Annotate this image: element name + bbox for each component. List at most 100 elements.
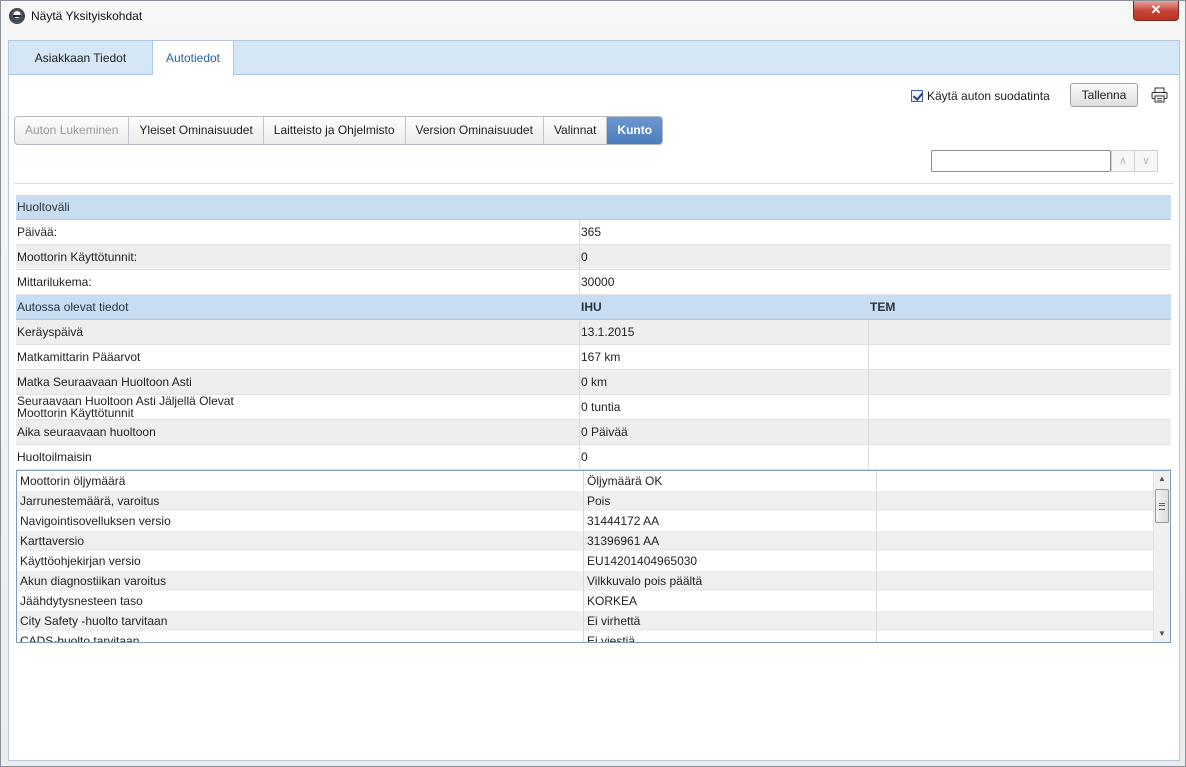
list-item-extra	[876, 511, 1154, 531]
list-item-extra	[876, 591, 1154, 611]
printer-icon[interactable]	[1151, 87, 1168, 103]
table-row: Keräyspäivä 13.1.2015	[16, 320, 1171, 345]
scrollbar-thumb[interactable]	[1155, 489, 1169, 523]
main-tab-strip: Asiakkaan Tiedot Autotiedot	[9, 41, 1179, 76]
row-value-ihu: 13.1.2015	[579, 320, 868, 344]
subtab-hardware-software[interactable]: Laitteisto ja Ohjelmisto	[264, 117, 406, 144]
subtab-options[interactable]: Valinnat	[544, 117, 608, 144]
row-value-tem	[868, 420, 1171, 444]
row-value-ihu: 0 km	[579, 370, 868, 394]
list-item-value: Ei viestiä	[583, 631, 876, 642]
list-item-extra	[876, 531, 1154, 551]
tab-vehicle-info[interactable]: Autotiedot	[153, 41, 234, 76]
list-item-label: Akun diagnostiikan varoitus	[20, 574, 167, 588]
row-label: Seuraavaan Huoltoon Asti Jäljellä Olevat…	[17, 394, 234, 420]
close-button[interactable]: ✕	[1133, 1, 1179, 21]
list-item-label: Navigointisovelluksen versio	[20, 514, 171, 528]
volvo-logo-icon	[9, 8, 25, 24]
row-label: Huoltoilmaisin	[17, 450, 92, 464]
list-item[interactable]: City Safety -huolto tarvitaan Ei virhett…	[17, 611, 1170, 631]
list-item[interactable]: Käyttöohjekirjan versio EU14201404965030	[17, 551, 1170, 571]
row-value-tem	[868, 320, 1171, 344]
list-item-extra	[876, 571, 1154, 591]
service-interval-header: Huoltoväli	[16, 195, 1171, 220]
search-previous-button[interactable]: ∧	[1111, 150, 1135, 172]
row-label: Matkamittarin Pääarvot	[17, 350, 141, 364]
list-item-value: Ei virhettä	[583, 611, 876, 631]
list-item[interactable]: CADS-huolto tarvitaan Ei viestiä	[17, 631, 1170, 643]
vehicle-data-title: Autossa olevat tiedot	[17, 300, 129, 314]
list-item-value: Vilkkuvalo pois päältä	[583, 571, 876, 591]
row-label: Moottorin Käyttötunnit:	[17, 250, 138, 264]
vehicle-info-table: Huoltoväli Päivää: 365 Moottorin Käyttöt…	[16, 195, 1171, 470]
list-item[interactable]: Navigointisovelluksen versio 31444172 AA	[17, 511, 1170, 531]
table-row: Päivää: 365	[16, 220, 1171, 245]
table-row: Aika seuraavaan huoltoon 0 Päivää	[16, 420, 1171, 445]
subtab-general-properties[interactable]: Yleiset Ominaisuudet	[129, 117, 264, 144]
subtab-vehicle-read[interactable]: Auton Lukeminen	[15, 117, 130, 144]
subtab-version-properties[interactable]: Version Ominaisuudet	[406, 117, 544, 144]
row-value-tem	[868, 370, 1171, 394]
list-item-label: Moottorin öljymäärä	[20, 474, 126, 488]
vehicle-filter-checkbox[interactable]	[911, 90, 923, 102]
list-item-label: Jäähdytysnesteen taso	[20, 594, 143, 608]
list-item-value: KORKEA	[583, 591, 876, 611]
list-item-value: Pois	[583, 491, 876, 511]
table-row: Matkamittarin Pääarvot 167 km	[16, 345, 1171, 370]
list-item-extra	[876, 631, 1154, 642]
list-item-label: Karttaversio	[20, 534, 85, 548]
row-value-tem	[868, 395, 1171, 419]
subtab-condition[interactable]: Kunto	[607, 117, 663, 144]
row-value: 0	[579, 245, 1171, 269]
sub-tab-bar: Auton Lukeminen Yleiset Ominaisuudet Lai…	[14, 116, 664, 145]
list-item[interactable]: Jarrunestemäärä, varoitus Pois	[17, 491, 1170, 511]
search-next-button[interactable]: ∨	[1134, 150, 1158, 172]
row-value-tem	[868, 445, 1171, 469]
row-label: Päivää:	[17, 225, 58, 239]
table-row: Matka Seuraavaan Huoltoon Asti 0 km	[16, 370, 1171, 395]
row-value: 30000	[579, 270, 1171, 294]
list-item-label: Jarrunestemäärä, varoitus	[20, 494, 160, 508]
section-divider	[14, 183, 1174, 184]
client-area: Asiakkaan Tiedot Autotiedot Käytä auton …	[8, 40, 1180, 761]
list-item-value: Öljymäärä OK	[583, 471, 876, 491]
vehicle-data-header: Autossa olevat tiedot IHU TEM	[16, 295, 1171, 320]
service-interval-title: Huoltoväli	[17, 200, 70, 214]
row-value-ihu: 167 km	[579, 345, 868, 369]
column-header-ihu: IHU	[579, 295, 868, 319]
details-window: Näytä Yksityiskohdat ✕ Asiakkaan Tiedot …	[0, 0, 1186, 767]
column-header-tem: TEM	[868, 295, 1171, 319]
table-row: Seuraavaan Huoltoon Asti Jäljellä Olevat…	[16, 395, 1171, 420]
vehicle-filter-label: Käytä auton suodatinta	[927, 89, 1050, 103]
scroll-up-arrow-icon[interactable]: ▲	[1154, 471, 1170, 487]
list-item[interactable]: Akun diagnostiikan varoitus Vilkkuvalo p…	[17, 571, 1170, 591]
save-button[interactable]: Tallenna	[1070, 83, 1138, 107]
scroll-down-arrow-icon[interactable]: ▼	[1154, 626, 1170, 642]
list-item-value: 31396961 AA	[583, 531, 876, 551]
status-list[interactable]: Moottorin öljymäärä Öljymäärä OK Jarrune…	[16, 470, 1171, 643]
row-value-ihu: 0 tuntia	[579, 395, 868, 419]
row-value-tem	[868, 345, 1171, 369]
list-item-label: CADS-huolto tarvitaan	[20, 634, 140, 643]
table-row: Moottorin Käyttötunnit: 0	[16, 245, 1171, 270]
row-value-ihu: 0	[579, 445, 868, 469]
search-input[interactable]	[931, 150, 1111, 172]
vertical-scrollbar[interactable]: ▲ ▼	[1153, 471, 1170, 642]
row-value-ihu: 0 Päivää	[579, 420, 868, 444]
window-title: Näytä Yksityiskohdat	[31, 9, 143, 23]
table-row: Mittarilukema: 30000	[16, 270, 1171, 295]
table-row: Huoltoilmaisin 0	[16, 445, 1171, 470]
tab-customer-info[interactable]: Asiakkaan Tiedot	[9, 41, 153, 75]
title-bar: Näytä Yksityiskohdat ✕	[1, 1, 1185, 31]
list-item-label: City Safety -huolto tarvitaan	[20, 614, 168, 628]
list-item-extra	[876, 491, 1154, 511]
list-item-extra	[876, 551, 1154, 571]
list-item[interactable]: Moottorin öljymäärä Öljymäärä OK	[17, 471, 1170, 491]
list-item-value: 31444172 AA	[583, 511, 876, 531]
list-item-label: Käyttöohjekirjan versio	[20, 554, 141, 568]
row-label: Aika seuraavaan huoltoon	[17, 425, 156, 439]
list-item[interactable]: Jäähdytysnesteen taso KORKEA	[17, 591, 1170, 611]
list-item[interactable]: Karttaversio 31396961 AA	[17, 531, 1170, 551]
row-label: Keräyspäivä	[17, 325, 84, 339]
row-value: 365	[579, 220, 1171, 244]
